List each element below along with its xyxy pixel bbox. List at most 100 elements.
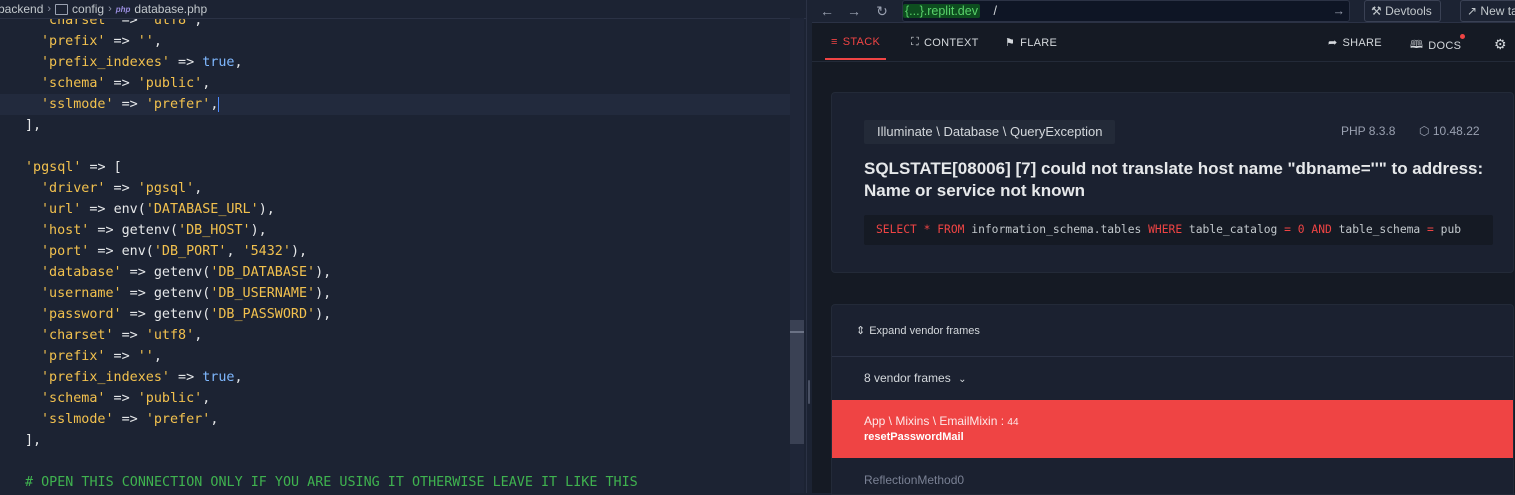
reload-icon[interactable]: ↻ [873,2,891,20]
code-token: 'charset' [41,328,114,343]
code-token: => [113,328,146,343]
breadcrumb-file[interactable]: database.php [134,2,207,16]
code-token: getenv( [121,223,179,238]
code-token: ], [25,118,42,133]
code-line[interactable]: 'prefix' => '', [41,346,162,367]
editor-scrollbar-thumb[interactable] [790,320,804,444]
devtools-button[interactable]: ⚒ Devtools [1364,0,1441,22]
code-token: 'driver' [41,181,106,196]
code-token: 'port' [41,244,90,259]
context-icon: ⛶ [911,36,919,48]
code-line[interactable]: # OPEN THIS CONNECTION ONLY IF YOU ARE U… [25,472,638,493]
code-token: , [153,34,162,49]
tab-context-label: CONTEXT [924,36,979,49]
code-line[interactable]: 'schema' => 'public', [41,73,210,94]
code-token: ), [290,244,308,259]
divider [832,356,1513,357]
open-external-icon[interactable]: → [1333,1,1346,21]
code-token: => [105,76,138,91]
chevron-down-icon: ⌄ [958,374,967,385]
code-line[interactable]: 'prefix_indexes' => true, [41,52,243,73]
sql-token: table_schema [1331,223,1428,236]
code-token: 'schema' [41,76,106,91]
code-line[interactable]: 'pgsql' => [ [25,157,122,178]
pane-resize-handle[interactable] [808,380,810,404]
code-token: # OPEN THIS CONNECTION ONLY IF YOU ARE U… [25,475,638,490]
code-token: '' [137,349,154,364]
code-token: , [153,349,162,364]
code-token: 'username' [41,286,122,301]
tab-flare[interactable]: ⚑ FLARE [1005,36,1057,50]
frame-method: resetPasswordMail [864,431,964,443]
code-line[interactable]: 'host' => getenv('DB_HOST'), [41,220,267,241]
code-token: => [89,244,122,259]
sql-token: pub [1433,223,1462,236]
code-line[interactable]: ], [25,115,41,136]
code-token: 'schema' [41,391,106,406]
code-line[interactable]: 'username' => getenv('DB_USERNAME'), [41,283,331,304]
devtools-label: Devtools [1385,4,1432,18]
code-line[interactable]: ], [25,430,41,451]
share-icon: ➦ [1328,37,1338,49]
code-token: => [105,349,138,364]
gear-icon[interactable]: ⚙ [1494,36,1507,53]
expand-vendor-frames-button[interactable]: ⇕ Expand vendor frames [856,324,980,337]
new-tab-button[interactable]: ↗ New ta [1460,0,1515,22]
code-line[interactable]: 'sslmode' => 'prefer', [41,94,220,115]
sql-token: WHERE [1148,223,1183,236]
forward-icon[interactable]: → [845,2,863,20]
chevron-right-icon: › [47,3,52,15]
scrollbar-marker [790,331,804,333]
breadcrumb-backend[interactable]: backend [0,2,43,16]
code-line[interactable]: 'prefix_indexes' => true, [41,367,243,388]
code-line[interactable]: 'password' => getenv('DB_PASSWORD'), [41,304,331,325]
code-token: , [234,370,243,385]
tab-stack[interactable]: ≡ STACK [824,36,887,60]
code-token: 'public' [137,76,203,91]
code-line[interactable]: 'url' => env('DATABASE_URL'), [41,199,275,220]
code-token: getenv( [153,307,211,322]
notification-dot [1460,34,1465,39]
code-line[interactable]: 'port' => env('DB_PORT', '5432'), [41,241,307,262]
code-line[interactable]: 'prefix' => '', [41,31,162,52]
code-token: 'prefix_indexes' [41,55,170,70]
code-token: 'DB_PASSWORD' [210,307,316,322]
code-token: 'prefer' [145,412,211,427]
code-token: ), [315,307,332,322]
docs-button[interactable]: 🕮 DOCS [1410,34,1465,55]
code-token: 'sslmode' [41,412,114,427]
url-input[interactable]: {...}.replit.dev / → [902,0,1350,22]
stack-frame[interactable]: ReflectionMethod0 [864,473,964,487]
folder-icon [55,3,69,15]
tab-context[interactable]: ⛶ CONTEXT [911,36,979,49]
exception-class: Illuminate \ Database \ QueryException [864,120,1116,144]
code-token: 'url' [41,202,82,217]
code-line[interactable]: 'schema' => 'public', [41,388,210,409]
code-token: 'DB_HOST' [178,223,251,238]
sql-query: SELECT * FROM information_schema.tables … [864,215,1493,245]
code-token: => [81,202,114,217]
expand-label: Expand vendor frames [869,325,980,337]
share-button[interactable]: ➦ SHARE [1328,36,1382,50]
code-token: 'DATABASE_URL' [145,202,259,217]
code-token: 'public' [137,391,203,406]
exception-card: Illuminate \ Database \ QueryException P… [831,92,1514,273]
sql-token: 0 [1297,223,1305,236]
code-line[interactable]: 'charset' => 'utf8', [41,325,202,346]
code-token: 'prefix' [41,34,106,49]
vendor-frames-toggle[interactable]: 8 vendor frames ⌄ [864,371,966,385]
code-line[interactable]: 'database' => getenv('DB_DATABASE'), [41,262,331,283]
stack-frame-active[interactable]: App \ Mixins \ EmailMixin : 44 resetPass… [832,400,1513,458]
code-token: , [194,328,203,343]
code-line[interactable]: 'sslmode' => 'prefer', [41,409,218,430]
breadcrumb-config[interactable]: config [72,2,104,16]
webview-pane: ← → ↻ {...}.replit.dev / → ⚒ Devtools ↗ … [812,0,1515,495]
back-icon[interactable]: ← [818,2,836,20]
code-token: ), [250,223,267,238]
code-token: => [113,412,146,427]
code-editor[interactable]: 'charset' => 'utf8','prefix' => '','pref… [0,0,806,493]
book-icon: 🕮 [1410,39,1424,51]
code-line[interactable]: 'driver' => 'pgsql', [41,178,202,199]
code-token: => [105,181,138,196]
expand-icon: ⇕ [856,325,866,337]
